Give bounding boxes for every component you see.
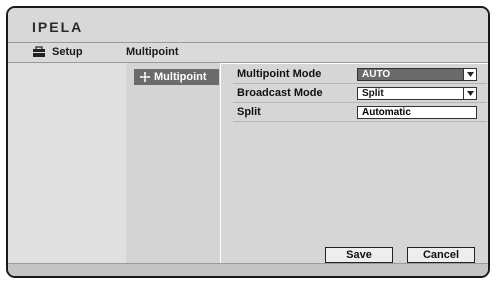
sidebar	[8, 63, 127, 263]
multipoint-mode-value: AUTO	[362, 69, 391, 80]
nav-item-label: Multipoint	[154, 71, 207, 83]
sub-menu: Multipoint	[126, 63, 220, 263]
split-label: Split	[237, 106, 261, 118]
status-bar	[8, 263, 488, 276]
broadcast-mode-value: Split	[362, 88, 384, 99]
brand-logo: IPELA	[32, 19, 84, 35]
save-button[interactable]: Save	[325, 247, 393, 263]
dropdown-arrow-icon	[463, 88, 476, 99]
settings-icon	[140, 72, 150, 82]
setup-label: Setup	[52, 46, 83, 58]
toolbox-icon	[33, 46, 45, 57]
nav-item-multipoint[interactable]: Multipoint	[134, 69, 219, 85]
row-multipoint-mode: Multipoint Mode AUTO	[233, 67, 487, 84]
setup-menu[interactable]: Setup	[32, 46, 83, 58]
cancel-button[interactable]: Cancel	[407, 247, 475, 263]
dropdown-arrow-icon	[463, 69, 476, 80]
header-bar: Setup Multipoint	[8, 42, 488, 63]
breadcrumb: Multipoint	[126, 46, 179, 58]
broadcast-mode-label: Broadcast Mode	[237, 87, 323, 99]
multipoint-mode-select[interactable]: AUTO	[357, 68, 477, 81]
row-split: Split Automatic	[233, 105, 487, 122]
split-field[interactable]: Automatic	[357, 106, 477, 119]
app-window: IPELA Setup Multipoint Multipoint Multip…	[6, 6, 490, 278]
settings-panel: Multipoint Mode AUTO Broadcast Mode Spli…	[220, 63, 488, 263]
row-broadcast-mode: Broadcast Mode Split	[233, 86, 487, 103]
multipoint-mode-label: Multipoint Mode	[237, 68, 322, 80]
broadcast-mode-select[interactable]: Split	[357, 87, 477, 100]
